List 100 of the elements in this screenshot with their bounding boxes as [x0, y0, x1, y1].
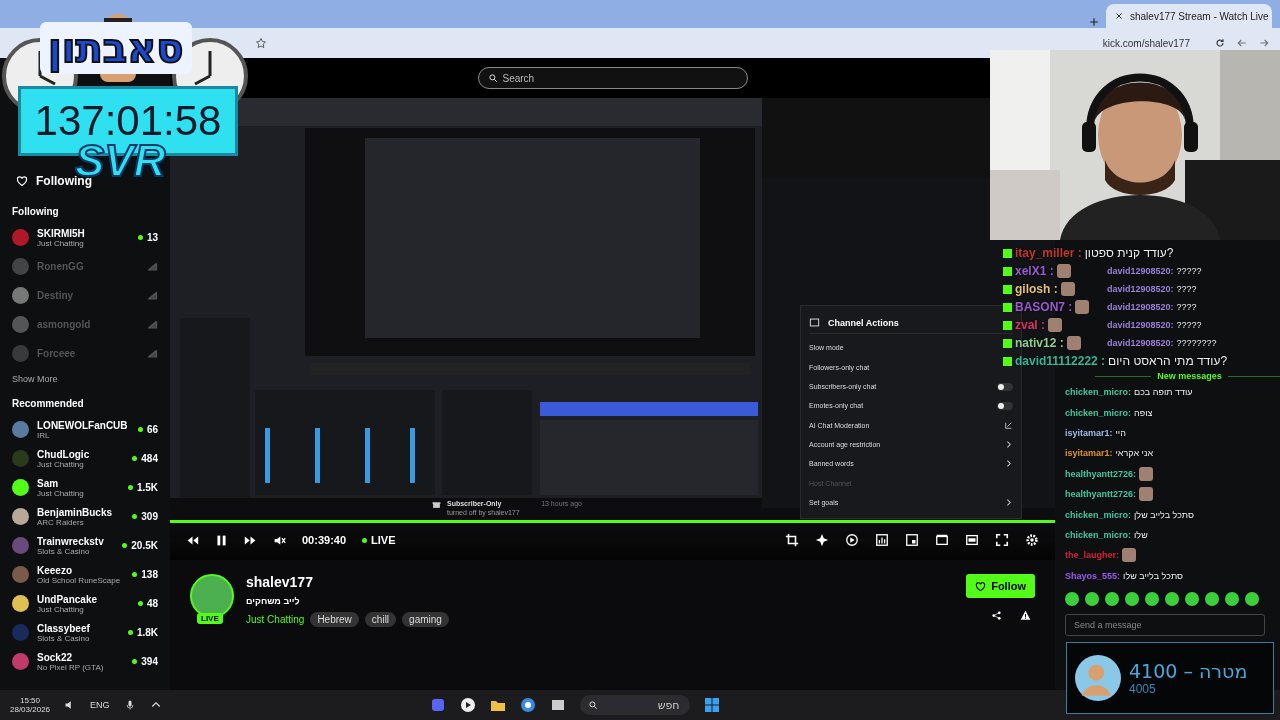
- channel-avatar[interactable]: [12, 595, 29, 612]
- chat-username[interactable]: isyitamar1:: [1065, 448, 1113, 459]
- address-bar[interactable]: kick.com/shalev177: [1102, 37, 1190, 49]
- offline-icon[interactable]: [147, 319, 158, 330]
- offline-icon[interactable]: [147, 348, 158, 359]
- star-icon[interactable]: [255, 37, 267, 49]
- emote-icon[interactable]: [1205, 591, 1219, 606]
- channel-category: Just Chatting: [37, 459, 84, 469]
- emote-icon[interactable]: [1225, 591, 1239, 606]
- picture-in-picture-icon[interactable]: [905, 533, 919, 547]
- chat-username[interactable]: Shayos_555:: [1065, 570, 1121, 581]
- offline-icon[interactable]: [147, 290, 158, 301]
- play-icon[interactable]: [459, 697, 476, 713]
- chat-username[interactable]: david12908520:: [1107, 338, 1174, 348]
- channel-name[interactable]: LONEWOLFanCUB: [37, 419, 130, 431]
- fullscreen-icon[interactable]: [995, 533, 1009, 547]
- channel-name[interactable]: Keeezo: [37, 564, 125, 576]
- browser-tab[interactable]: shalev177 Stream - Watch Live: [1106, 4, 1272, 28]
- show-more-link[interactable]: Show More: [12, 374, 158, 384]
- chat-message: שלו: [1134, 529, 1148, 540]
- language-indicator[interactable]: ENG: [90, 700, 110, 710]
- stats-icon[interactable]: [875, 533, 889, 547]
- channel-category: Slots & Casino: [37, 546, 91, 556]
- chat-input[interactable]: Send a message: [1065, 613, 1265, 636]
- channel-name[interactable]: UndPancake: [37, 593, 130, 605]
- crop-icon[interactable]: [785, 533, 799, 547]
- emote-icon: [1075, 300, 1090, 314]
- chat-username[interactable]: isyitamar1:: [1065, 427, 1113, 438]
- reload-icon[interactable]: [1214, 37, 1226, 49]
- rewind-icon[interactable]: [186, 533, 199, 547]
- channel-name[interactable]: Sock22: [37, 651, 125, 663]
- chat-username[interactable]: healthyantt2726:: [1065, 489, 1137, 500]
- microphone-icon[interactable]: [123, 699, 136, 711]
- chat-message: עודד קנית ספטון?: [1084, 246, 1174, 260]
- stream-title: לייב משחקים: [246, 596, 300, 606]
- chevron-icon[interactable]: [1004, 497, 1013, 507]
- chat-message: סתכל בלייב שלו: [1123, 570, 1183, 581]
- channel-name[interactable]: Trainwreckstv: [37, 535, 115, 547]
- chat-username[interactable]: david12908520:: [1107, 320, 1174, 330]
- emote-icon[interactable]: [1125, 591, 1139, 606]
- share-icon[interactable]: [991, 610, 1002, 621]
- chat-username: itay_miller :: [1015, 246, 1082, 260]
- chat-message: היי: [1115, 427, 1126, 438]
- app-icon[interactable]: [429, 697, 446, 713]
- emote-icon[interactable]: [1105, 591, 1119, 606]
- tag-chip[interactable]: chill: [364, 612, 397, 627]
- wide-mode-icon[interactable]: [965, 533, 979, 547]
- window-icon[interactable]: [549, 697, 566, 713]
- emote-icon[interactable]: [1085, 591, 1099, 606]
- close-icon[interactable]: [1114, 11, 1124, 21]
- heart-icon: [16, 175, 28, 187]
- chat-username[interactable]: david12908520:: [1107, 302, 1174, 312]
- clip-icon[interactable]: [845, 533, 859, 547]
- tag-chip[interactable]: gaming: [402, 612, 449, 627]
- settings-icon[interactable]: [1025, 533, 1039, 547]
- channel-avatar[interactable]: [12, 508, 29, 525]
- channel-name[interactable]: Classybeef: [37, 622, 120, 634]
- taskbar-date: 28/03/2026: [10, 705, 51, 714]
- emote-icon[interactable]: [1185, 591, 1199, 606]
- follow-button[interactable]: Follow: [966, 574, 1035, 598]
- browser-icon[interactable]: [519, 697, 536, 713]
- search-icon: [587, 700, 598, 710]
- emote-icon[interactable]: [1165, 591, 1179, 606]
- new-tab-icon[interactable]: [1088, 16, 1100, 28]
- start-icon[interactable]: [703, 697, 720, 713]
- chat-username[interactable]: chicken_micro:: [1065, 387, 1132, 398]
- chat-message: ????: [1176, 284, 1197, 294]
- channel-name[interactable]: BenjaminBucks: [37, 506, 125, 518]
- toggle-switch[interactable]: [997, 382, 1013, 391]
- external-link-icon[interactable]: [1004, 420, 1013, 430]
- chat-username: nativ12 :: [1015, 336, 1064, 350]
- offline-icon[interactable]: [147, 261, 158, 272]
- channel-avatar[interactable]: [12, 479, 29, 496]
- chat-username[interactable]: chicken_micro:: [1065, 407, 1132, 418]
- channel-name[interactable]: ChudLogic: [37, 448, 125, 460]
- report-icon[interactable]: [1020, 610, 1031, 621]
- taskbar-search[interactable]: חפש: [579, 695, 690, 715]
- chat-username: zval :: [1015, 318, 1045, 332]
- forward-icon[interactable]: [1258, 37, 1270, 49]
- back-icon[interactable]: [1236, 37, 1248, 49]
- theater-mode-icon[interactable]: [935, 533, 949, 547]
- chat-username[interactable]: chicken_micro:: [1065, 509, 1132, 520]
- emote-icon[interactable]: [1145, 591, 1159, 606]
- sparkle-icon[interactable]: [815, 533, 829, 547]
- chat-username[interactable]: david12908520:: [1107, 284, 1174, 294]
- search-field[interactable]: Search: [477, 67, 748, 89]
- chat-username[interactable]: the_laugher:: [1065, 550, 1119, 561]
- chat-username[interactable]: chicken_micro:: [1065, 529, 1132, 540]
- channel-name[interactable]: Sam: [37, 477, 120, 489]
- chat-username[interactable]: healthyantt2726:: [1065, 468, 1137, 479]
- pause-icon[interactable]: [215, 533, 228, 547]
- emote-icon[interactable]: [1065, 591, 1079, 606]
- channel-name[interactable]: SKIRMI5H: [37, 227, 130, 239]
- chat-username: gilosh :: [1015, 282, 1058, 296]
- emote-icon[interactable]: [1245, 591, 1259, 606]
- tag-chip[interactable]: Hebrew: [310, 612, 359, 627]
- category-link[interactable]: Just Chatting: [246, 614, 305, 625]
- panel-title: Channel Actions: [828, 317, 899, 328]
- chat-username[interactable]: david12908520:: [1107, 266, 1174, 276]
- toggle-switch[interactable]: [997, 401, 1013, 410]
